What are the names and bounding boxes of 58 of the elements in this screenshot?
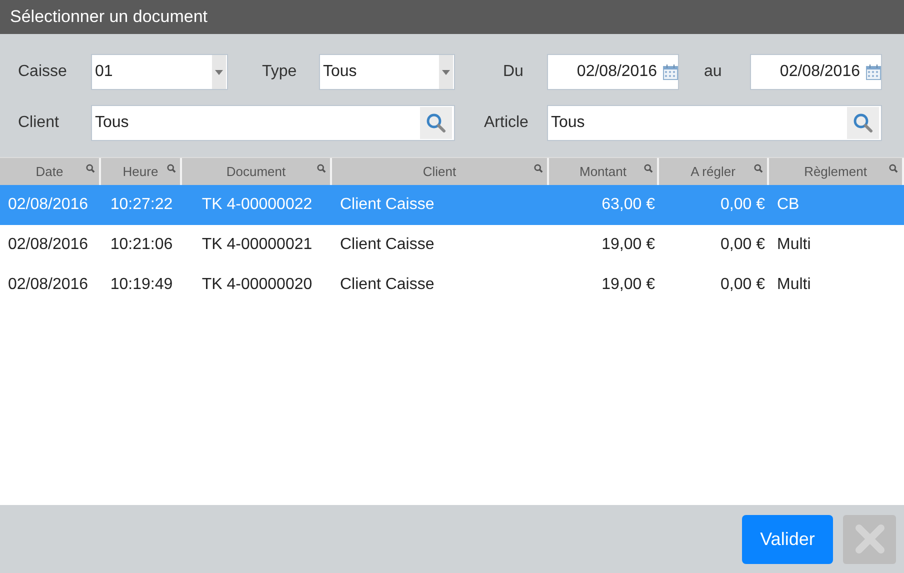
column-header[interactable]: Heure — [101, 158, 182, 185]
search-icon[interactable] — [86, 164, 95, 173]
search-icon[interactable] — [889, 164, 898, 173]
column-header[interactable]: Document — [182, 158, 332, 185]
column-header[interactable]: Montant — [549, 158, 659, 185]
field-label: Caisse — [18, 63, 67, 80]
table-cell-text: TK 4-00000022 — [200, 196, 314, 214]
window-title: Sélectionner un document — [0, 0, 904, 34]
dropdown-arrow-icon[interactable] — [215, 70, 223, 74]
search-icon[interactable] — [426, 113, 446, 133]
field-label: au — [704, 63, 722, 80]
table-cell-text: 10:27:22 — [109, 196, 174, 214]
search-icon[interactable] — [754, 164, 763, 173]
column-header[interactable]: Date — [0, 158, 101, 185]
date-field[interactable]: 02/08/2016 — [547, 54, 679, 90]
table-cell-text: Multi — [776, 236, 812, 254]
type-select[interactable]: Tous — [319, 54, 455, 90]
field-label: Type — [262, 63, 297, 80]
table-cell-text: TK 4-00000021 — [200, 236, 314, 254]
table-cell-text: CB — [776, 196, 800, 214]
field-label: Article — [484, 114, 528, 131]
table-cell-text: 19,00 € — [600, 236, 656, 254]
client-search-field[interactable]: Tous — [91, 105, 455, 141]
search-icon[interactable] — [534, 164, 543, 173]
table-row[interactable]: 02/08/2016 10:21:06 TK 4-00000021 Client Caisse 19,00 € 0,00 € Multi — [0, 225, 904, 265]
table-cell-text: Multi — [776, 276, 812, 294]
table-cell-text: 19,00 € — [600, 276, 656, 294]
search-icon[interactable] — [644, 164, 653, 173]
search-icon[interactable] — [853, 113, 873, 133]
table-cell-text: 0,00 € — [720, 236, 766, 254]
column-header[interactable]: Règlement — [769, 158, 904, 185]
table-cell-text: 10:19:49 — [109, 276, 174, 294]
validate-button[interactable]: Valider — [742, 514, 833, 564]
search-icon[interactable] — [167, 164, 176, 173]
table-cell-text: 02/08/2016 — [7, 196, 90, 214]
column-header[interactable]: A régler — [659, 158, 769, 185]
dropdown-arrow-icon[interactable] — [442, 70, 450, 74]
caisse-select[interactable]: 01 — [91, 54, 228, 90]
table-row[interactable]: 02/08/2016 10:19:49 TK 4-00000020 Client Caisse 19,00 € 0,00 € Multi — [0, 265, 904, 305]
table-cell-text: TK 4-00000020 — [200, 276, 314, 294]
table-cell-text: 10:21:06 — [109, 236, 174, 254]
calendar-icon[interactable] — [866, 64, 881, 80]
table-cell-text: 0,00 € — [720, 276, 766, 294]
field-label: Client — [18, 114, 59, 131]
calendar-icon[interactable] — [663, 64, 678, 80]
table-cell-text: 0,00 € — [720, 196, 766, 214]
table-row[interactable]: 02/08/2016 10:27:22 TK 4-00000022 Client Caisse 63,00 € 0,00 € CB — [0, 185, 904, 225]
table-cell-text: Client Caisse — [339, 236, 436, 254]
search-icon[interactable] — [317, 164, 326, 173]
date-field[interactable]: 02/08/2016 — [750, 54, 882, 90]
table-cell-text: 02/08/2016 — [7, 276, 90, 294]
field-label: Du — [503, 63, 524, 80]
article-search-field[interactable]: Tous — [547, 105, 882, 141]
column-header[interactable]: Client — [332, 158, 549, 185]
table-cell-text: Client Caisse — [339, 196, 436, 214]
table-cell-text: 02/08/2016 — [7, 236, 90, 254]
table-cell-text: 63,00 € — [600, 196, 656, 214]
table-cell-text: Client Caisse — [339, 276, 436, 294]
